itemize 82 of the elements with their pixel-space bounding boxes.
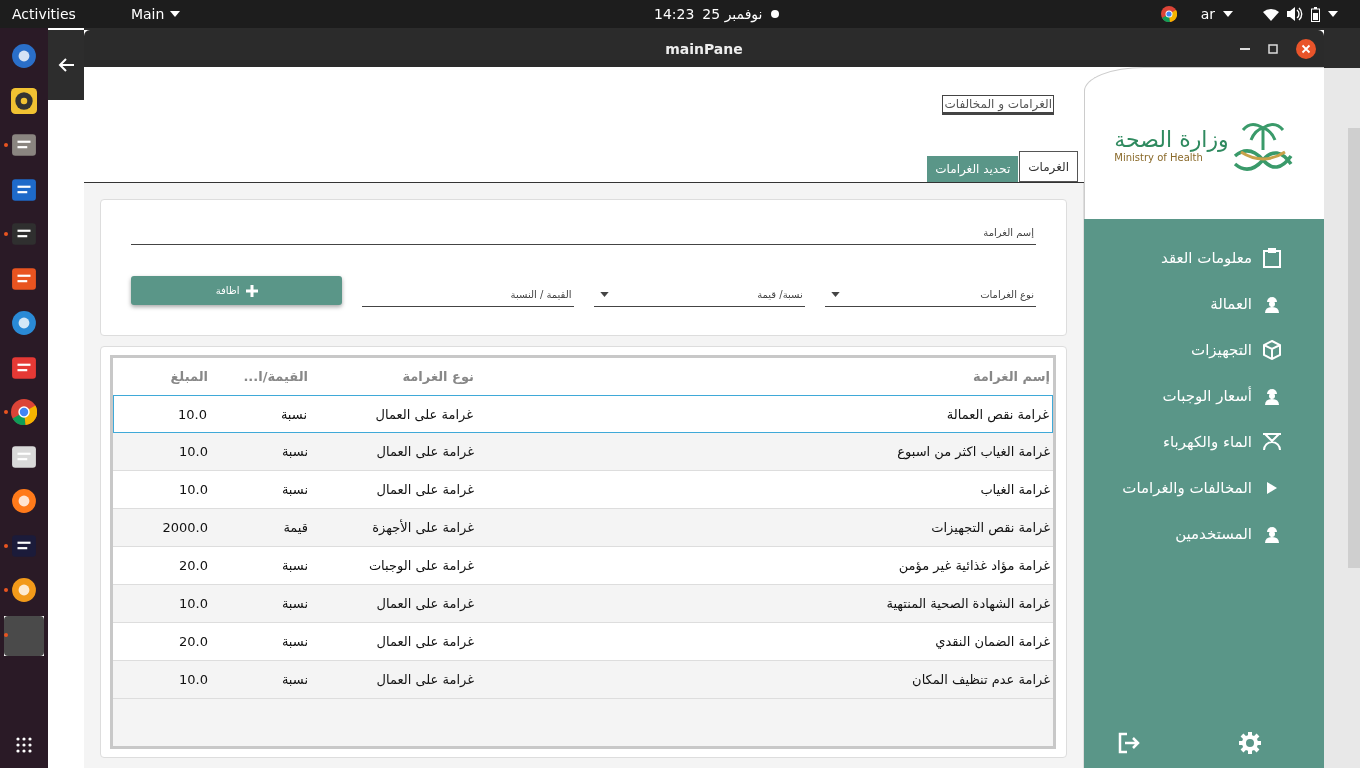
column-header[interactable]: القيمة/ا... [211,369,311,384]
running-dot-icon [4,410,8,414]
table-cell-text: 10.0 [178,596,209,611]
logo-arabic-text: وزارة الصحة [1114,127,1229,153]
maximize-icon[interactable] [1268,43,1278,54]
pipe-icon [1262,433,1282,451]
running-dot-icon [4,543,8,548]
speaker-icon[interactable] [11,87,37,114]
caret-icon [1328,11,1338,17]
caret-icon [599,291,609,297]
back-arrow-icon [58,58,74,72]
input-field[interactable]: القيمة / النسبة [362,282,574,307]
minimize-icon[interactable] [1240,47,1250,50]
table-cell-text: غرامة على العمال [374,406,474,422]
table-cell-text: غرامة على العمال [375,634,475,649]
clock-time[interactable]: 14:23 [654,6,695,22]
dropdown[interactable]: نوع الغرامات [824,282,1036,307]
browser-icon[interactable] [1160,6,1177,22]
table-cell-text: غرامة الضمان النقدي [934,634,1051,649]
table-cell-text: غرامة نقص العمالة [945,406,1050,422]
running-dot-icon [4,232,8,236]
table-cell-text: غرامة مؤاد غذائية غير مؤمن [897,558,1051,573]
table-cell-text: غرامة الغياب اكثر من اسبوع [896,444,1051,459]
column-header[interactable]: المبلغ [115,369,211,384]
window-title: mainPane [665,40,743,57]
dropdown[interactable]: نسبة/ قيمة [593,282,805,307]
activities-button[interactable]: Activities [0,6,88,22]
table-cell-text: نسبة [280,634,309,649]
wifi-icon[interactable] [1263,7,1279,21]
column-header[interactable]: نوع الغرامة [311,369,477,384]
table-cell-text: 10.0 [178,672,209,687]
caret-icon [170,11,181,17]
table-cell-text: نسبة [280,596,309,611]
tab[interactable]: الغرمات [1019,151,1078,182]
table-cell-text: غرامة على العمال [375,482,475,497]
worker-icon [1262,295,1282,313]
battery-icon[interactable] [1311,6,1320,22]
close-icon[interactable] [1296,38,1316,59]
table-cell-text: نسبة [280,444,309,459]
table-cell-text: غرامة على الوجبات [367,558,475,573]
worker-icon [1262,525,1282,543]
table-cell-text: 20.0 [178,558,209,573]
browser-icon[interactable] [11,399,37,426]
table-cell-text: 10.0 [178,482,209,497]
volume-icon[interactable] [1287,7,1303,21]
language-indicator[interactable]: ar [1200,6,1215,22]
table-cell-text: 10.0 [177,406,208,422]
table-cell-text: 20.0 [178,634,209,649]
worker-icon [1262,387,1282,405]
table-cell-text: 10.0 [178,444,209,459]
table-cell-text: غرامة نقص التجهيزات [930,520,1051,535]
table-cell-text: غرامة الغياب [979,482,1051,497]
box-icon [1262,340,1282,360]
table-cell-text: نسبة [280,672,309,687]
caret-icon [1223,11,1233,17]
table-cell-text: غرامة على العمال [375,444,475,459]
input-field[interactable]: إسم الغرامة [131,220,1036,245]
table-cell-text: غرامة على العمال [375,672,475,687]
clock-date[interactable]: نوفمبر 25 [702,6,763,22]
notification-dot-icon [770,10,779,18]
running-dot-icon [4,588,8,592]
table-cell-text: نسبة [280,558,309,573]
settings-icon[interactable] [1239,732,1261,754]
logout-icon[interactable] [1118,732,1140,754]
app-menu[interactable]: Main [130,6,181,22]
page-title: الغرامات و المخالفات [942,95,1054,115]
app-grid-icon[interactable] [15,736,33,754]
table-cell-text: نسبة [279,406,308,422]
running-dot-icon [4,632,8,637]
running-dot-icon [4,143,8,147]
plus-icon [245,284,258,297]
table-cell-text: غرامة الشهادة الصحية المنتهية [885,596,1051,611]
table-cell-text: غرامة عدم تنظيف المكان [911,672,1051,687]
table-cell-text: قيمة [282,520,309,535]
column-header[interactable]: إسم الغرامة [477,369,1053,384]
caret-icon [830,291,840,297]
table-cell-text: غرامة على الأجهزة [371,520,475,535]
table-cell-text: غرامة على العمال [375,596,475,611]
logo-english-text: Ministry of Health [1114,152,1203,164]
clipboard-icon [1262,248,1282,268]
table-cell-text: 2000.0 [161,520,209,535]
table-cell-text: نسبة [280,482,309,497]
